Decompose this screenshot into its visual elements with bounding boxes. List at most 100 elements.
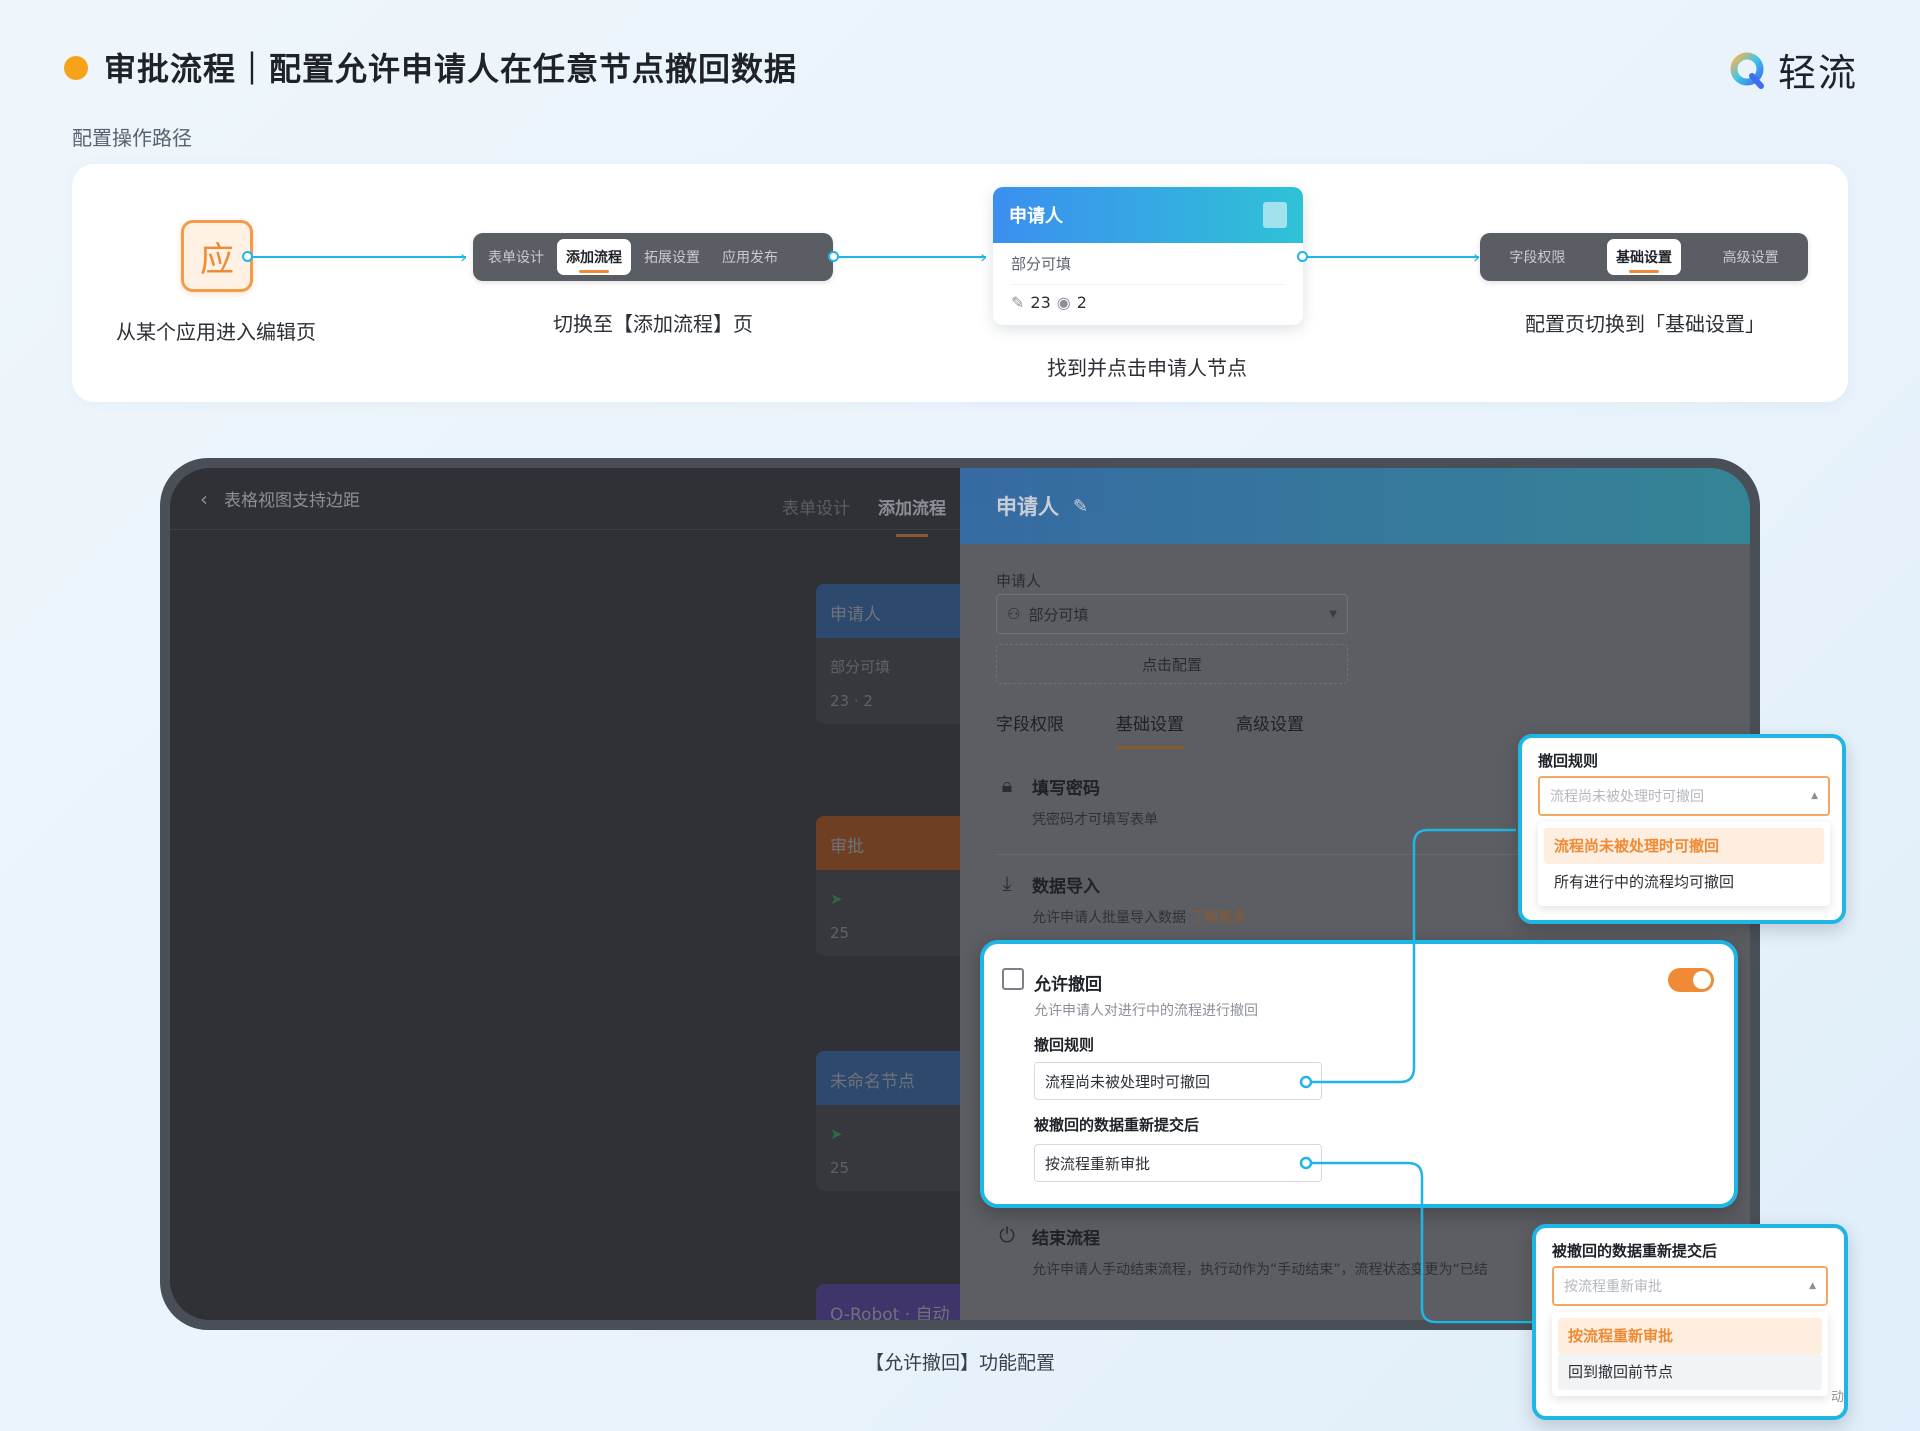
tab-field-permission[interactable]: 字段权限 [996, 710, 1064, 735]
rule-popover: 撤回规则 流程尚未被处理时可撤回 ▲ 流程尚未被处理时可撤回 所有进行中的流程均… [1518, 734, 1846, 924]
applicant-select[interactable]: ⚇ 部分可填 ▼ [996, 594, 1348, 634]
title-bullet [64, 56, 88, 80]
figure-caption: 【允许撤回】功能配置 [864, 1352, 1055, 1374]
setting-desc: 凭密码才可填写表单 [1032, 812, 1158, 828]
allow-withdraw-toggle[interactable] [1668, 968, 1714, 992]
setting-fill-password: 🔒︎ 填写密码 凭密码才可填写表单 [996, 774, 1158, 829]
node-permission: 部分可填 [1011, 253, 1285, 285]
step2-caption: 切换至【添加流程】页 [553, 312, 753, 336]
step2-tab-bar: 表单设计 添加流程 拓展设置 应用发布 [473, 233, 833, 281]
withdraw-desc: 允许申请人对进行中的流程进行撤回 [1034, 1003, 1258, 1019]
node-title: 审批 [816, 816, 976, 870]
resubmit-popover: 被撤回的数据重新提交后 按流程重新审批 ▲ 按流程重新审批 回到撤回前节点 动 [1532, 1224, 1848, 1420]
step1-caption: 从某个应用进入编辑页 [116, 320, 316, 344]
flow-node-qrobot[interactable]: Q-Robot · 自动流 [816, 1284, 976, 1320]
step4-caption: 配置页切换到「基础设置」 [1525, 312, 1765, 336]
learn-more-link[interactable]: 了解更多 [1190, 910, 1246, 926]
tab-field-permission[interactable]: 字段权限 [1500, 239, 1574, 275]
setting-title: 结束流程 [1032, 1229, 1100, 1249]
setting-end-flow: ⏻ 结束流程 允许申请人手动结束流程，执行动作为“手动结束”，流程状态变更为“已… [996, 1224, 1488, 1279]
applicant-select-value: 部分可填 [1028, 605, 1089, 624]
tab-form-design[interactable]: 表单设计 [782, 494, 850, 519]
select-placeholder: 按流程重新审批 [1564, 1279, 1662, 1295]
select-placeholder: 流程尚未被处理时可撤回 [1550, 789, 1704, 805]
panel-title: 申请人 [996, 495, 1059, 519]
connector-dot [828, 251, 839, 262]
withdraw-title: 允许撤回 [1034, 975, 1102, 995]
user-group-icon: ⚇ [1007, 605, 1021, 623]
power-icon: ⏻ [999, 1223, 1015, 1247]
connector-dot [1297, 251, 1308, 262]
form-icon [1263, 202, 1287, 228]
rule-select[interactable]: 流程尚未被处理时可撤回 [1034, 1062, 1322, 1100]
tab-add-flow[interactable]: 添加流程 [557, 239, 631, 275]
step3-caption: 找到并点击申请人节点 [1047, 356, 1247, 380]
chevron-up-icon: ▲ [1811, 791, 1818, 801]
rule-popover-select[interactable]: 流程尚未被处理时可撤回 ▲ [1538, 776, 1830, 816]
tab-advanced-settings[interactable]: 高级设置 [1236, 710, 1304, 735]
node-permission: 部分可填 [830, 658, 891, 676]
tab-add-flow[interactable]: 添加流程 [878, 494, 946, 537]
app-title: 表格视图支持边距 [224, 491, 360, 511]
node-title: 申请人 [1009, 206, 1063, 227]
rule-options-menu: 流程尚未被处理时可撤回 所有进行中的流程均可撤回 [1538, 822, 1830, 906]
applicant-node-card[interactable]: 申请人 部分可填 ✎ 23 ◉ 2 [993, 187, 1303, 325]
chevron-up-icon: ▲ [1809, 1281, 1816, 1291]
flow-node-approval[interactable]: 审批 ➤ 25 [816, 816, 976, 956]
withdraw-icon [1002, 968, 1024, 990]
allow-withdraw-panel: 允许撤回 允许申请人对进行中的流程进行撤回 撤回规则 流程尚未被处理时可撤回 被… [980, 940, 1738, 1208]
tab-app-publish[interactable]: 应用发布 [713, 239, 787, 275]
steps-card [72, 164, 1848, 402]
click-config-button[interactable]: 点击配置 [996, 644, 1348, 684]
flow-node-unnamed[interactable]: 未命名节点 ➤ 25 [816, 1051, 976, 1191]
applicant-label: 申请人 [996, 572, 1042, 590]
node-title: 申请人 [816, 584, 976, 638]
path-label: 配置操作路径 [72, 126, 192, 150]
flow-node-applicant[interactable]: 申请人 部分可填 23 · 2 [816, 584, 976, 724]
send-icon: ➤ [830, 1125, 843, 1143]
node-title: 未命名节点 [816, 1051, 976, 1105]
lock-icon: 🔒︎ [1001, 773, 1013, 797]
back-arrow-icon[interactable]: ‹ [200, 487, 208, 511]
arrow-right-icon: › [980, 247, 988, 268]
setting-desc: 允许申请人批量导入数据 [1032, 910, 1186, 926]
tab-form-design[interactable]: 表单设计 [479, 239, 553, 275]
step4-tab-bar: 字段权限 基础设置 高级设置 [1480, 233, 1808, 281]
tab-extend-settings[interactable]: 拓展设置 [635, 239, 709, 275]
download-icon: ⤓ [1002, 871, 1012, 895]
chevron-down-icon: ▼ [1329, 608, 1337, 620]
node-stats: 25 [830, 1159, 850, 1177]
connector-line [248, 256, 466, 258]
view-count: 2 [1076, 293, 1087, 312]
resubmit-select[interactable]: 按流程重新审批 [1034, 1144, 1322, 1182]
panel-header: 申请人 ✎ [960, 468, 1750, 544]
tab-basic-settings[interactable]: 基础设置 [1606, 239, 1681, 275]
option-unprocessed[interactable]: 流程尚未被处理时可撤回 [1544, 828, 1824, 864]
brand: 轻流 [1728, 42, 1858, 97]
page-title: 审批流程｜配置允许申请人在任意节点撤回数据 [104, 50, 798, 88]
edit-icon[interactable]: ✎ [1073, 496, 1088, 517]
rule-label: 撤回规则 [1034, 1036, 1095, 1054]
panel-tabs: 字段权限 基础设置 高级设置 [996, 710, 1304, 749]
arrow-right-icon: › [460, 247, 468, 268]
resubmit-label: 被撤回的数据重新提交后 [1034, 1116, 1200, 1134]
connector-line [1303, 256, 1479, 258]
setting-title: 数据导入 [1032, 877, 1100, 897]
resubmit-popover-select[interactable]: 按流程重新审批 ▲ [1552, 1266, 1828, 1306]
node-title: Q-Robot · 自动流 [816, 1284, 976, 1320]
pencil-icon: ✎ [1011, 293, 1025, 312]
brand-logo-icon [1728, 50, 1768, 90]
setting-data-import: ⤓ 数据导入 允许申请人批量导入数据 了解更多 [996, 871, 1247, 927]
node-stats: 25 [830, 924, 850, 942]
flow-canvas: ‹ 表格视图支持边距 表单设计 添加流程 申请人 部分可填 23 · 2 审批 … [170, 468, 976, 1320]
option-all-in-progress[interactable]: 所有进行中的流程均可撤回 [1544, 864, 1824, 900]
connector-dot [242, 251, 253, 262]
editor-tabs: 表单设计 添加流程 [782, 494, 946, 537]
send-icon: ➤ [830, 890, 843, 908]
tab-advanced-settings[interactable]: 高级设置 [1714, 239, 1788, 275]
popover-title: 撤回规则 [1538, 752, 1599, 770]
overflow-text: 动 [1830, 1390, 1844, 1405]
popover-title: 被撤回的数据重新提交后 [1552, 1242, 1718, 1260]
eye-icon: ◉ [1056, 293, 1071, 312]
tab-basic-settings[interactable]: 基础设置 [1116, 710, 1184, 749]
